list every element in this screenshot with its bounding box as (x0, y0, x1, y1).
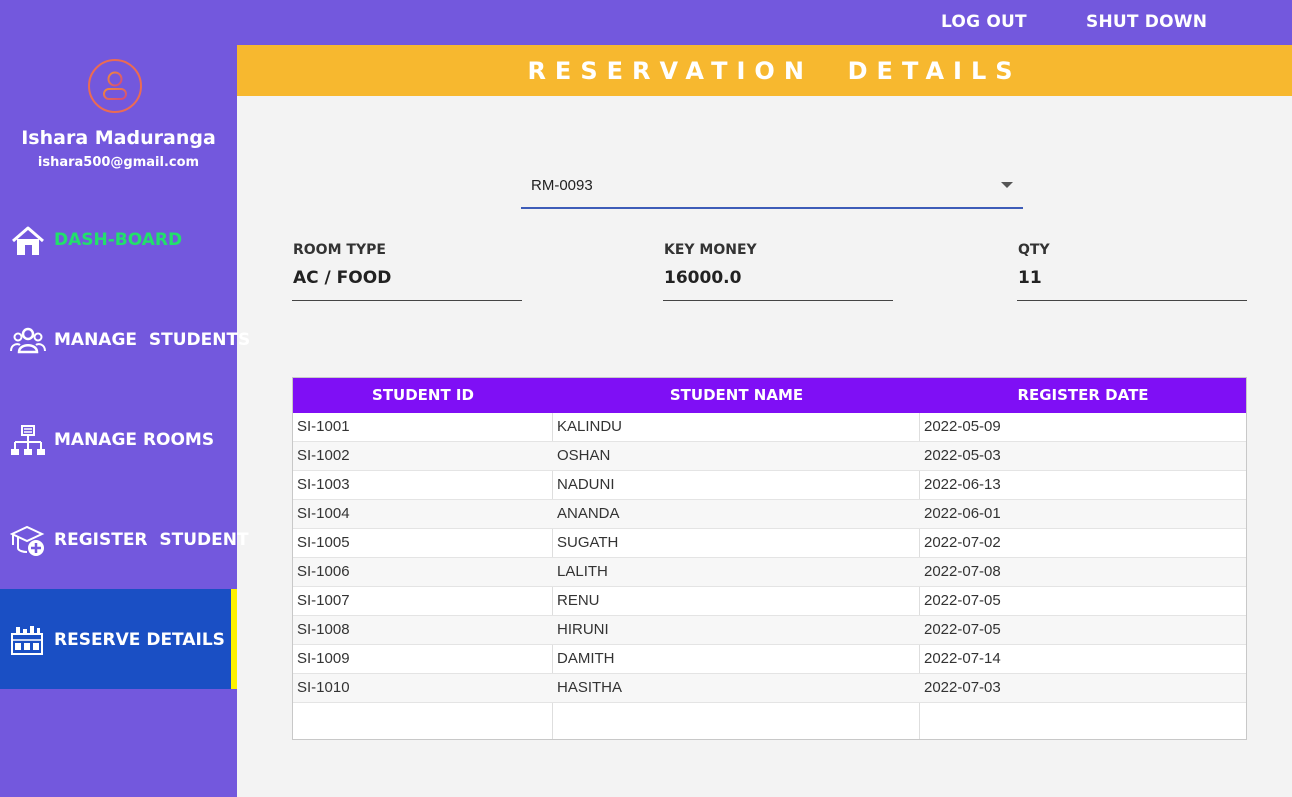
room-id-select[interactable]: RM-0093 (521, 163, 1023, 209)
rooms-icon (10, 424, 46, 458)
table-row[interactable]: SI-1004 ANANDA 2022-06-01 (293, 500, 1246, 529)
qty-label: QTY (1018, 242, 1050, 258)
cell-student-id: SI-1005 (297, 534, 350, 551)
shutdown-button[interactable]: SHUT DOWN (1086, 12, 1207, 32)
cell-student-id: SI-1006 (297, 563, 350, 580)
graduation-cap-add-icon (9, 524, 46, 558)
cell-student-name: RENU (557, 592, 600, 609)
sidebar-item-label: DASH-BOARD (54, 230, 183, 250)
cell-student-name: SUGATH (557, 534, 619, 551)
reserve-icon (10, 624, 46, 658)
cell-student-id: SI-1007 (297, 592, 350, 609)
cell-register-date: 2022-07-08 (924, 563, 1001, 580)
cell-register-date: 2022-05-03 (924, 447, 1001, 464)
cell-register-date: 2022-06-13 (924, 476, 1001, 493)
table-row[interactable]: SI-1010 HASITHA 2022-07-03 (293, 674, 1246, 703)
cell-student-name: HASITHA (557, 679, 623, 696)
qty-field[interactable]: QTY 11 (1017, 240, 1247, 301)
cell-student-id: SI-1008 (297, 621, 350, 638)
sidebar-item-label: RESERVE DETAILS (54, 630, 225, 650)
key-money-value: 16000.0 (664, 268, 742, 288)
user-avatar-icon (88, 59, 142, 113)
cell-student-id: SI-1004 (297, 505, 350, 522)
table-row[interactable]: SI-1003 NADUNI 2022-06-13 (293, 471, 1246, 500)
cell-student-id: SI-1001 (297, 418, 350, 435)
table-row[interactable]: SI-1005 SUGATH 2022-07-02 (293, 529, 1246, 558)
logout-button[interactable]: LOG OUT (941, 12, 1027, 32)
user-name: Ishara Maduranga (21, 127, 216, 149)
cell-register-date: 2022-05-09 (924, 418, 1001, 435)
sidebar-item-label: REGISTER STUDENT (54, 530, 249, 550)
cell-register-date: 2022-07-03 (924, 679, 1001, 696)
sidebar-item-dashboard[interactable]: DASH-BOARD (0, 189, 237, 289)
cell-student-name: HIRUNI (557, 621, 609, 638)
table-row[interactable]: SI-1009 DAMITH 2022-07-14 (293, 645, 1246, 674)
sidebar-item-register-student[interactable]: REGISTER STUDENT (0, 489, 249, 589)
cell-student-id: SI-1010 (297, 679, 350, 696)
cell-register-date: 2022-07-05 (924, 592, 1001, 609)
table-body: SI-1001 KALINDU 2022-05-09 SI-1002 OSHAN 2022… (293, 413, 1246, 703)
users-icon (10, 324, 46, 358)
active-indicator (231, 589, 237, 689)
table-header: STUDENT ID STUDENT NAME REGISTER DATE (293, 378, 1246, 413)
table-row[interactable]: SI-1001 KALINDU 2022-05-09 (293, 413, 1246, 442)
page-title: RESERVATION DETAILS (527, 57, 1022, 85)
home-icon (10, 224, 46, 258)
qty-value: 11 (1018, 268, 1042, 288)
sidebar-item-reserve-details[interactable]: RESERVE DETAILS (0, 589, 237, 689)
cell-student-name: NADUNI (557, 476, 615, 493)
table-row[interactable]: SI-1002 OSHAN 2022-05-03 (293, 442, 1246, 471)
cell-student-id: SI-1003 (297, 476, 350, 493)
cell-student-name: OSHAN (557, 447, 611, 464)
sidebar-item-manage-rooms[interactable]: MANAGE ROOMS (0, 389, 237, 489)
key-money-label: KEY MONEY (664, 242, 757, 258)
room-type-label: ROOM TYPE (293, 242, 386, 258)
top-bar: LOG OUT SHUT DOWN (0, 0, 1292, 45)
column-header-student-id[interactable]: STUDENT ID (293, 378, 553, 413)
column-header-register-date[interactable]: REGISTER DATE (920, 378, 1246, 413)
table-row[interactable]: SI-1006 LALITH 2022-07-08 (293, 558, 1246, 587)
room-type-field[interactable]: ROOM TYPE AC / FOOD (292, 240, 522, 301)
reservation-table[interactable]: STUDENT ID STUDENT NAME REGISTER DATE SI… (292, 377, 1247, 740)
cell-register-date: 2022-06-01 (924, 505, 1001, 522)
user-email: ishara500@gmail.com (37, 155, 200, 170)
table-row[interactable]: SI-1008 HIRUNI 2022-07-05 (293, 616, 1246, 645)
cell-student-name: ANANDA (557, 505, 620, 522)
room-id-value: RM-0093 (531, 177, 593, 194)
page-header: RESERVATION DETAILS (237, 45, 1292, 96)
table-row[interactable]: SI-1007 RENU 2022-07-05 (293, 587, 1246, 616)
sidebar: Ishara Maduranga ishara500@gmail.com DAS… (0, 45, 250, 797)
cell-student-id: SI-1009 (297, 650, 350, 667)
chevron-down-icon[interactable] (1001, 182, 1013, 188)
cell-student-id: SI-1002 (297, 447, 350, 464)
cell-register-date: 2022-07-02 (924, 534, 1001, 551)
sidebar-item-manage-students[interactable]: MANAGE STUDENTS (0, 289, 250, 389)
cell-student-name: DAMITH (557, 650, 615, 667)
key-money-field[interactable]: KEY MONEY 16000.0 (663, 240, 893, 301)
room-type-value: AC / FOOD (293, 268, 392, 288)
sidebar-item-label: MANAGE STUDENTS (54, 330, 251, 350)
column-header-student-name[interactable]: STUDENT NAME (553, 378, 920, 413)
sidebar-item-label: MANAGE ROOMS (54, 430, 215, 450)
cell-register-date: 2022-07-05 (924, 621, 1001, 638)
cell-student-name: KALINDU (557, 418, 623, 435)
cell-student-name: LALITH (557, 563, 608, 580)
cell-register-date: 2022-07-14 (924, 650, 1001, 667)
